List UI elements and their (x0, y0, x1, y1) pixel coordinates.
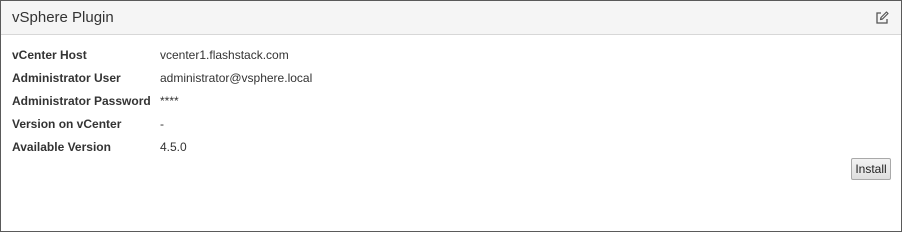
install-button[interactable]: Install (851, 158, 891, 180)
administrator-password-value: **** (160, 93, 179, 108)
detail-row-vcenter-host: vCenter Host vcenter1.flashstack.com (12, 43, 312, 66)
vcenter-host-label: vCenter Host (12, 47, 87, 62)
detail-row-administrator-user: Administrator User administrator@vsphere… (12, 66, 312, 89)
detail-row-administrator-password: Administrator Password **** (12, 89, 312, 112)
edit-icon[interactable] (875, 11, 889, 25)
available-version-value: 4.5.0 (160, 140, 187, 155)
panel-title: vSphere Plugin (12, 9, 114, 26)
version-on-vcenter-value: - (160, 117, 164, 132)
administrator-password-label: Administrator Password (12, 93, 151, 108)
vsphere-plugin-panel: vSphere Plugin vCenter Host vcenter1.fla… (0, 0, 902, 232)
plugin-details: vCenter Host vcenter1.flashstack.com Adm… (12, 43, 312, 159)
administrator-user-value: administrator@vsphere.local (160, 70, 313, 85)
detail-row-available-version: Available Version 4.5.0 (12, 136, 312, 159)
available-version-label: Available Version (12, 140, 111, 155)
detail-row-version-on-vcenter: Version on vCenter - (12, 113, 312, 136)
panel-header: vSphere Plugin (1, 1, 901, 35)
vcenter-host-value: vcenter1.flashstack.com (160, 47, 289, 62)
administrator-user-label: Administrator User (12, 70, 121, 85)
version-on-vcenter-label: Version on vCenter (12, 117, 122, 132)
